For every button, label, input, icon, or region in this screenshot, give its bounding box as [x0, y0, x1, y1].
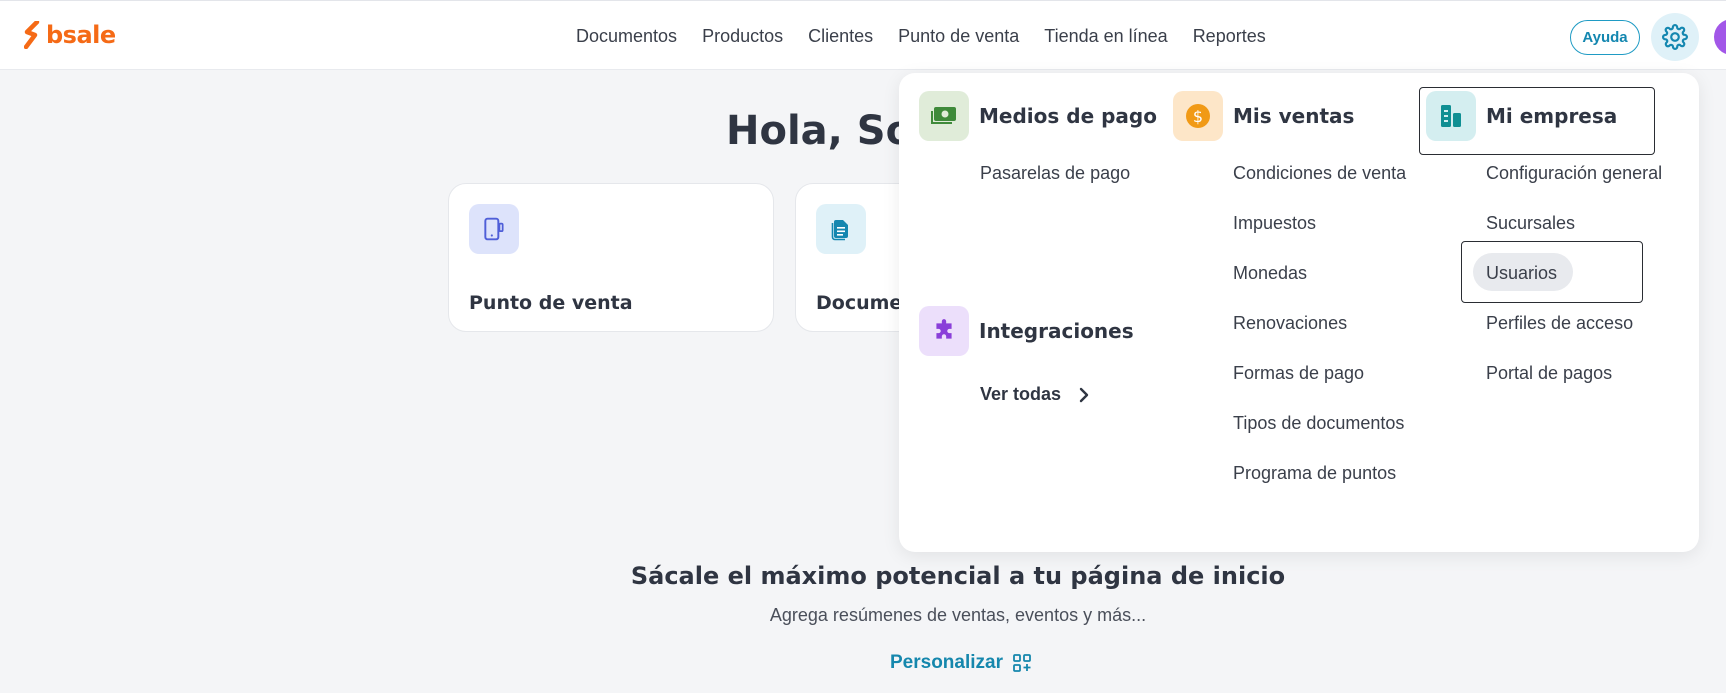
section-mi-empresa: Mi empresa: [1426, 91, 1617, 141]
empresa-icon-box: [1426, 91, 1476, 141]
card-title: Punto de venta: [469, 292, 633, 314]
menu-item-renovaciones[interactable]: Renovaciones: [1233, 312, 1347, 334]
menu-item-pasarelas-de-pago[interactable]: Pasarelas de pago: [980, 162, 1130, 184]
card-punto-de-venta[interactable]: Punto de venta: [448, 183, 774, 332]
menu-item-perfiles-de-acceso[interactable]: Perfiles de acceso: [1486, 312, 1633, 334]
money-bill-icon: [931, 107, 956, 124]
promo-title: Sácale el máximo potencial a tu página d…: [630, 562, 1286, 590]
ver-todas-link[interactable]: Ver todas: [980, 384, 1089, 405]
ver-todas-label: Ver todas: [980, 384, 1062, 404]
nav-punto-de-venta[interactable]: Punto de venta: [898, 25, 1019, 47]
card-title: Docume: [816, 292, 903, 314]
puzzle-icon: [936, 319, 952, 339]
section-title: Medios de pago: [979, 104, 1157, 128]
section-mis-ventas: $ Mis ventas: [1173, 91, 1354, 141]
menu-item-sucursales[interactable]: Sucursales: [1486, 212, 1575, 234]
nav-tienda-en-linea[interactable]: Tienda en línea: [1044, 25, 1167, 47]
main-nav: Documentos Productos Clientes Punto de v…: [576, 25, 1291, 47]
menu-item-monedas[interactable]: Monedas: [1233, 262, 1307, 284]
menu-item-tipos-de-documentos[interactable]: Tipos de documentos: [1233, 412, 1404, 434]
section-title: Integraciones: [979, 319, 1134, 343]
section-title: Mi empresa: [1486, 104, 1618, 128]
chevron-right-icon: [1079, 387, 1089, 402]
building-icon: [1441, 105, 1461, 127]
integraciones-icon-box: [919, 306, 969, 356]
card-icon-box: [816, 204, 866, 254]
card-icon-box: [469, 204, 519, 254]
nav-reportes[interactable]: Reportes: [1193, 25, 1266, 47]
user-avatar[interactable]: [1714, 19, 1726, 55]
menu-item-condiciones-de-venta[interactable]: Condiciones de venta: [1233, 162, 1406, 184]
menu-item-configuracion-general[interactable]: Configuración general: [1486, 162, 1662, 184]
menu-item-formas-de-pago[interactable]: Formas de pago: [1233, 362, 1364, 384]
menu-item-impuestos[interactable]: Impuestos: [1233, 212, 1316, 234]
menu-item-programa-de-puntos[interactable]: Programa de puntos: [1233, 462, 1396, 484]
personalize-link[interactable]: Personalizar: [890, 652, 1031, 674]
svg-text:$: $: [1193, 107, 1203, 126]
menu-item-usuarios[interactable]: Usuarios: [1486, 262, 1557, 284]
tablet-icon: [484, 217, 504, 241]
nav-productos[interactable]: Productos: [702, 25, 783, 47]
personalize-label: Personalizar: [890, 652, 1003, 673]
logo-text: bsale: [46, 21, 116, 49]
ventas-icon-box: $: [1173, 91, 1223, 141]
medios-icon-box: [919, 91, 969, 141]
section-title: Mis ventas: [1233, 104, 1355, 128]
help-button[interactable]: Ayuda: [1570, 20, 1640, 55]
bsale-logo-icon: [24, 21, 40, 49]
bsale-logo[interactable]: bsale: [24, 21, 116, 49]
menu-item-portal-de-pagos[interactable]: Portal de pagos: [1486, 362, 1612, 384]
section-integraciones: Integraciones: [919, 306, 1134, 356]
nav-clientes[interactable]: Clientes: [808, 25, 873, 47]
promo-subtitle: Agrega resúmenes de ventas, eventos y má…: [769, 605, 1147, 625]
nav-documentos[interactable]: Documentos: [576, 25, 677, 47]
section-medios-de-pago: Medios de pago: [919, 91, 1157, 141]
gear-icon: [1662, 24, 1688, 50]
document-icon: [831, 220, 848, 241]
settings-button[interactable]: [1651, 13, 1699, 61]
dollar-coin-icon: $: [1186, 104, 1210, 128]
top-navbar: bsale Documentos Productos Clientes Punt…: [0, 0, 1726, 70]
settings-dropdown: Medios de pago Pasarelas de pago Integra…: [899, 73, 1699, 552]
widgets-add-icon: [1013, 654, 1031, 672]
